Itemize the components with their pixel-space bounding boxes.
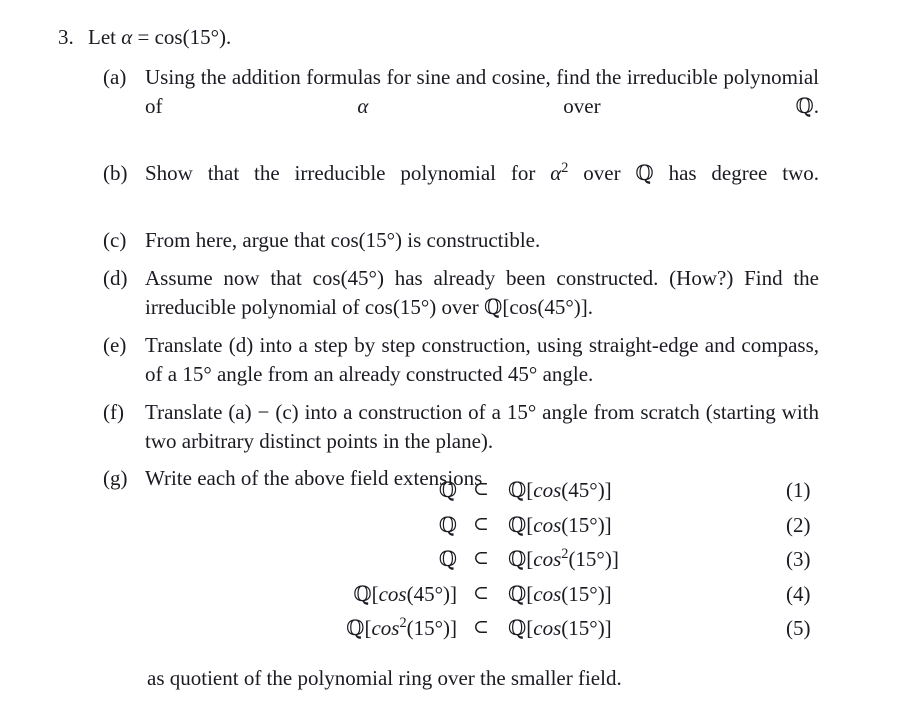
list-item-a: (a) Using the addition formulas for sine… — [103, 63, 819, 149]
sub-items-list: (a) Using the addition formulas for sine… — [103, 63, 819, 493]
subset-symbol: ⊂ — [473, 616, 489, 638]
equation-block: ℚ ⊂ ℚ[cos(45°)] (1) ℚ ⊂ ℚ[cos(15°)] (2) … — [0, 478, 904, 651]
equation-number: (3) — [786, 547, 811, 571]
subset-symbol: ⊂ — [473, 547, 489, 569]
rationals-symbol: ℚ — [795, 93, 814, 118]
equation-rhs: ℚ[cos(15°)] — [508, 581, 612, 606]
equation-rhs: ℚ[cos(45°)] — [508, 478, 612, 502]
equation-lhs: ℚ[cos2(15°)] — [346, 615, 457, 640]
item-body-c: From here, argue that cos(15°) is constr… — [145, 227, 541, 252]
equation-rhs: ℚ[cos2(15°)] — [508, 546, 619, 571]
equation-number: (2) — [786, 512, 811, 537]
equation-number: (5) — [786, 616, 811, 640]
problem-statement: 3. Let α = cos(15°). — [58, 22, 838, 52]
item-label-d: (d) — [103, 266, 128, 290]
item-body-b: Show that the irreducible polynomial for… — [145, 159, 819, 185]
equation-number: (4) — [786, 581, 811, 606]
equation-row-3: ℚ ⊂ ℚ[cos2(15°)] (3) — [0, 547, 904, 582]
list-item-b: (b) Show that the irreducible polynomial… — [103, 159, 819, 216]
item-body-f: Translate (a) − (c) into a construction … — [145, 400, 819, 453]
item-label-a: (a) — [103, 65, 127, 89]
problem-statement-text: Let α = cos(15°). — [88, 25, 232, 49]
list-item-f: (f) Translate (a) − (c) into a construct… — [103, 398, 819, 455]
equation-lhs: ℚ — [438, 512, 457, 537]
item-body-a: Using the addition formulas for sine and… — [145, 65, 819, 118]
item-body-d: Assume now that cos(45°) has already bee… — [145, 266, 819, 319]
rationals-symbol: ℚ — [484, 294, 503, 319]
equation-row-5: ℚ[cos2(15°)] ⊂ ℚ[cos(15°)] (5) — [0, 616, 904, 651]
equation-rhs: ℚ[cos(15°)] — [508, 512, 612, 537]
document-page: 3. Let α = cos(15°). (a) Using the additi… — [0, 0, 904, 721]
equation-row-2: ℚ ⊂ ℚ[cos(15°)] (2) — [0, 513, 904, 548]
equation-lhs: ℚ — [438, 547, 457, 571]
equation-row-1: ℚ ⊂ ℚ[cos(45°)] (1) — [0, 478, 904, 513]
item-label-e: (e) — [103, 333, 127, 357]
item-label-b: (b) — [103, 160, 128, 185]
equation-lhs: ℚ — [438, 478, 457, 502]
subset-symbol: ⊂ — [473, 581, 489, 604]
item-label-f: (f) — [103, 400, 124, 424]
item-body-e: Translate (d) into a step by step constr… — [145, 333, 819, 386]
equation-lhs: ℚ[cos(45°)] — [353, 581, 457, 606]
equation-row-4: ℚ[cos(45°)] ⊂ ℚ[cos(15°)] (4) — [0, 582, 904, 617]
alpha-symbol: α — [357, 93, 369, 118]
closing-sentence: as quotient of the polynomial ring over … — [147, 666, 622, 690]
subset-symbol: ⊂ — [473, 512, 489, 535]
rationals-symbol: ℚ — [635, 160, 654, 185]
list-item-e: (e) Translate (d) into a step by step co… — [103, 331, 819, 388]
problem-number: 3. — [58, 25, 74, 49]
subset-symbol: ⊂ — [473, 478, 489, 500]
equation-number: (1) — [786, 478, 811, 502]
item-label-c: (c) — [103, 227, 127, 252]
equation-rhs: ℚ[cos(15°)] — [508, 616, 612, 640]
list-item-c: (c) From here, argue that cos(15°) is co… — [103, 226, 819, 255]
exponent-two: 2 — [561, 159, 569, 176]
list-item-d: (d) Assume now that cos(45°) has already… — [103, 264, 819, 321]
alpha-symbol: α — [121, 25, 133, 49]
alpha-symbol: α — [550, 160, 562, 185]
